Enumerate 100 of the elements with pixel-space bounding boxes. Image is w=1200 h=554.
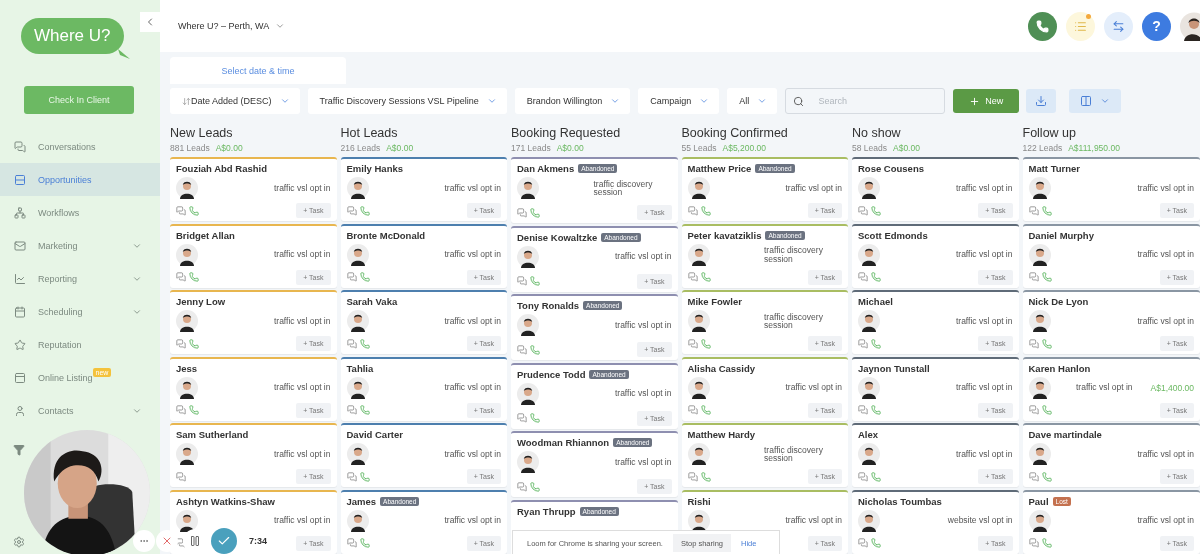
user-avatar[interactable] — [1180, 11, 1200, 41]
filter-dropdown[interactable]: Campaign — [638, 88, 720, 114]
chat-icon[interactable] — [176, 338, 186, 349]
nav-item[interactable]: Opportunities — [0, 163, 160, 196]
chat-icon[interactable] — [687, 405, 698, 415]
phone-icon[interactable] — [1041, 205, 1052, 216]
chat-icon[interactable] — [858, 405, 868, 415]
chat-icon[interactable] — [1028, 538, 1039, 548]
filter-dropdown[interactable]: Date Added (DESC) — [170, 88, 300, 114]
phone-icon[interactable] — [700, 205, 711, 216]
filter-icon[interactable] — [13, 444, 25, 456]
call-button[interactable] — [1028, 11, 1057, 41]
nav-item[interactable]: Workflows — [0, 196, 160, 229]
phone-icon[interactable] — [871, 405, 881, 415]
phone-icon[interactable] — [189, 205, 199, 216]
nav-item[interactable]: Reporting — [0, 262, 160, 295]
chat-icon[interactable] — [517, 413, 527, 423]
chat-icon[interactable] — [1028, 205, 1039, 216]
phone-icon[interactable] — [359, 205, 370, 216]
phone-icon[interactable] — [189, 338, 199, 349]
task-list-button[interactable] — [1066, 11, 1095, 41]
date-time-tab[interactable]: Select date & time — [170, 57, 346, 84]
chat-icon[interactable] — [1028, 471, 1039, 482]
phone-icon[interactable] — [871, 205, 881, 216]
phone-icon[interactable] — [359, 405, 370, 415]
lead-source: traffic vsl opt in — [273, 383, 331, 392]
nav-item[interactable]: Conversations — [0, 130, 160, 163]
chat-icon[interactable] — [858, 471, 868, 482]
chat-icon[interactable] — [346, 338, 357, 349]
lead-name: Nicholas Toumbas — [858, 495, 942, 507]
chat-icon[interactable] — [176, 205, 186, 216]
chat-icon[interactable] — [517, 344, 527, 355]
chat-icon[interactable] — [517, 481, 527, 492]
phone-icon[interactable] — [1041, 471, 1052, 482]
download-button[interactable] — [1026, 89, 1057, 113]
check-in-button[interactable]: Check In Client — [24, 86, 134, 114]
filter-dropdown[interactable]: Traffic Discovery Sessions VSL Pipeline — [307, 88, 507, 114]
chat-icon[interactable] — [346, 471, 357, 482]
chat-icon[interactable] — [346, 272, 357, 282]
nav-item[interactable]: Reputation — [0, 328, 160, 361]
chat-icon[interactable] — [346, 538, 357, 548]
new-button[interactable]: New — [953, 89, 1020, 113]
chat-icon[interactable] — [687, 272, 698, 282]
phone-icon[interactable] — [1041, 338, 1052, 349]
filter-dropdown[interactable]: All — [727, 88, 778, 114]
chat-icon[interactable] — [176, 538, 186, 548]
phone-icon[interactable] — [530, 413, 540, 423]
chat-icon[interactable] — [176, 471, 186, 482]
chat-icon[interactable] — [1028, 338, 1039, 349]
chevron-down-icon — [699, 96, 710, 106]
search-field[interactable]: Search — [785, 88, 946, 114]
chat-icon[interactable] — [858, 272, 868, 282]
phone-icon[interactable] — [1041, 272, 1052, 282]
switch-button[interactable] — [1104, 11, 1133, 41]
nav-item[interactable]: Scheduling — [0, 295, 160, 328]
phone-icon[interactable] — [530, 481, 540, 492]
phone-icon[interactable] — [359, 338, 370, 349]
chat-icon[interactable] — [517, 207, 527, 218]
chat-icon[interactable] — [517, 276, 527, 286]
phone-icon[interactable] — [871, 338, 881, 349]
phone-icon[interactable] — [700, 338, 711, 349]
chat-icon[interactable] — [858, 338, 868, 349]
collapse-button[interactable] — [140, 12, 160, 32]
chat-icon[interactable] — [1028, 272, 1039, 282]
chat-icon[interactable] — [858, 538, 868, 548]
phone-icon[interactable] — [189, 405, 199, 415]
location-selector[interactable]: Where U? – Perth, WA — [178, 21, 286, 31]
phone-icon[interactable] — [359, 471, 370, 482]
nav-item[interactable]: Marketing — [0, 229, 160, 262]
phone-icon[interactable] — [700, 405, 711, 415]
phone-icon[interactable] — [700, 272, 711, 282]
lead-name: Woodman Rhiannon — [517, 437, 610, 448]
phone-icon[interactable] — [530, 207, 540, 218]
lead-source: traffic vsl opt in — [614, 320, 672, 330]
phone-icon[interactable] — [871, 538, 881, 548]
chat-icon[interactable] — [687, 471, 698, 482]
help-button[interactable]: ? — [1142, 11, 1171, 41]
chat-icon[interactable] — [687, 338, 698, 349]
phone-icon[interactable] — [530, 276, 540, 286]
chat-icon[interactable] — [687, 205, 698, 216]
phone-icon[interactable] — [189, 272, 199, 282]
column-view-button[interactable] — [1069, 89, 1122, 113]
chat-icon[interactable] — [346, 205, 357, 216]
chat-icon[interactable] — [176, 405, 186, 415]
settings-icon[interactable] — [13, 536, 25, 548]
phone-icon[interactable] — [871, 272, 881, 282]
phone-icon[interactable] — [871, 471, 881, 482]
chat-icon[interactable] — [858, 205, 868, 216]
phone-icon[interactable] — [359, 272, 370, 282]
chat-icon[interactable] — [176, 272, 186, 282]
phone-icon[interactable] — [530, 344, 540, 355]
phone-icon[interactable] — [1041, 538, 1052, 548]
phone-icon[interactable] — [1041, 405, 1052, 415]
phone-icon[interactable] — [700, 471, 711, 482]
chat-icon[interactable] — [346, 405, 357, 415]
lead-name: Alisha Cassidy — [687, 362, 756, 374]
nav-item[interactable]: Contacts — [0, 394, 160, 427]
filter-dropdown[interactable]: Brandon Willington — [514, 88, 631, 114]
chat-icon[interactable] — [1028, 405, 1039, 415]
phone-icon[interactable] — [359, 538, 370, 548]
